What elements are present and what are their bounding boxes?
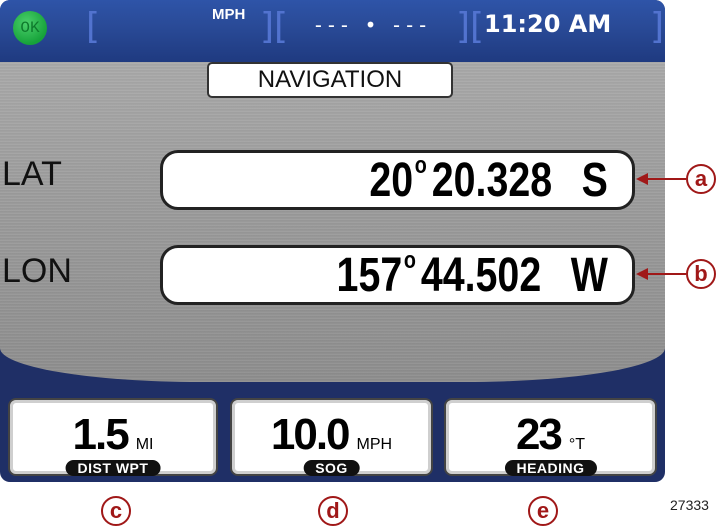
callout-a: a: [686, 164, 716, 194]
screen-title: NAVIGATION: [207, 62, 453, 98]
heading-value: 23: [515, 410, 563, 459]
sog-label: SOG: [303, 460, 360, 476]
longitude-hemisphere: W: [570, 248, 608, 302]
degree-symbol: o: [414, 152, 427, 179]
clock: 11:20 AM: [484, 10, 612, 38]
longitude-readout: 157 o 44.502 W: [160, 245, 635, 305]
ok-label: OK: [20, 19, 40, 37]
metal-panel: [0, 62, 665, 382]
dist-wpt-label: DIST WPT: [65, 460, 161, 476]
sog-value: 10.0: [270, 410, 351, 459]
bracket-right-icon: ]: [456, 6, 471, 47]
callout-e: e: [528, 496, 558, 526]
degree-symbol: o: [403, 247, 417, 274]
latitude-label: LAT: [2, 155, 62, 193]
bracket-right-icon: ]: [260, 6, 275, 47]
callout-d: d: [318, 496, 348, 526]
sog-gauge: 10.0 MPH SOG: [230, 398, 433, 476]
bracket-left-icon: [: [274, 6, 289, 47]
heading-unit: °T: [568, 436, 586, 453]
callout-c: c: [101, 496, 131, 526]
longitude-degrees: 157: [336, 248, 403, 302]
speed-unit-label: MPH: [212, 6, 246, 23]
callout-arrow-b: [636, 268, 686, 280]
dist-wpt-unit: MI: [135, 436, 154, 453]
status-bar: OK [ ] MPH [ --- • --- ] [ 11:20 AM ]: [0, 0, 665, 62]
ok-status-indicator: OK: [13, 11, 47, 45]
latitude-minutes: 20.328: [431, 153, 553, 207]
bracket-left-icon: [: [470, 6, 485, 47]
latitude-readout: 20 o 20.328 S: [160, 150, 635, 210]
heading-gauge: 23 °T HEADING: [444, 398, 657, 476]
sog-unit: MPH: [356, 436, 393, 453]
figure-number: 27333: [670, 497, 709, 513]
heading-label: HEADING: [504, 460, 597, 476]
speed-readout: --- • ---: [312, 13, 430, 37]
bracket-left-icon: [: [86, 6, 101, 47]
gauge-screen: OK [ ] MPH [ --- • --- ] [ 11:20 AM ] NA…: [0, 0, 665, 482]
longitude-minutes: 44.502: [420, 248, 542, 302]
longitude-label: LON: [2, 252, 72, 290]
latitude-hemisphere: S: [581, 153, 608, 207]
bracket-right-icon: ]: [650, 6, 665, 47]
dist-wpt-value: 1.5: [72, 410, 130, 459]
latitude-degrees: 20: [369, 153, 414, 207]
callout-b: b: [686, 259, 716, 289]
dist-wpt-gauge: 1.5 MI DIST WPT: [8, 398, 218, 476]
callout-arrow-a: [636, 173, 686, 185]
